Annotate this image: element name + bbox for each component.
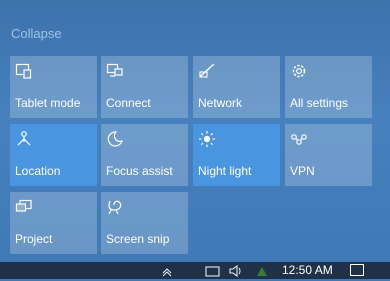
action-center-panel: Collapse Tablet mode Connect Network All… — [0, 0, 390, 262]
tile-location[interactable]: Location — [10, 124, 97, 186]
tile-label: Network — [198, 96, 243, 110]
tile-all-settings[interactable]: All settings — [285, 56, 372, 118]
volume-icon[interactable] — [229, 264, 243, 278]
tile-project[interactable]: Project — [10, 192, 97, 254]
tile-screen-snip[interactable]: Screen snip — [101, 192, 188, 254]
vpn-icon — [290, 130, 308, 148]
tile-label: Night light — [198, 164, 252, 178]
connect-icon — [106, 62, 124, 80]
gear-icon — [290, 62, 308, 80]
tile-connect[interactable]: Connect — [101, 56, 188, 118]
project-icon — [15, 198, 33, 216]
tile-label: Location — [15, 164, 61, 178]
notification-center-icon[interactable] — [350, 264, 364, 276]
network-icon — [198, 62, 216, 80]
moon-icon — [106, 130, 124, 148]
tile-night-light[interactable]: Night light — [193, 124, 280, 186]
taskbar: 12:50 AM — [0, 262, 390, 279]
show-hidden-icons-chevron-icon[interactable] — [162, 264, 172, 277]
app-tray-icon[interactable] — [254, 264, 270, 277]
tile-label: Tablet mode — [15, 96, 81, 110]
tile-label: Focus assist — [106, 164, 173, 178]
tile-label: Project — [15, 232, 53, 246]
tile-focus-assist[interactable]: Focus assist — [101, 124, 188, 186]
tile-vpn[interactable]: VPN — [285, 124, 372, 186]
sun-icon — [198, 130, 216, 148]
collapse-link[interactable]: Collapse — [11, 26, 62, 41]
screen-snip-icon — [106, 198, 124, 216]
tablet-mode-icon — [15, 62, 33, 80]
location-icon — [15, 130, 33, 148]
network-tray-icon[interactable] — [205, 264, 221, 277]
tile-label: All settings — [290, 96, 349, 110]
tile-tablet-mode[interactable]: Tablet mode — [10, 56, 97, 118]
taskbar-clock[interactable]: 12:50 AM — [282, 263, 333, 277]
tile-label: Screen snip — [106, 232, 170, 246]
tile-network[interactable]: Network — [193, 56, 280, 118]
tile-label: VPN — [290, 164, 315, 178]
tile-label: Connect — [106, 96, 151, 110]
